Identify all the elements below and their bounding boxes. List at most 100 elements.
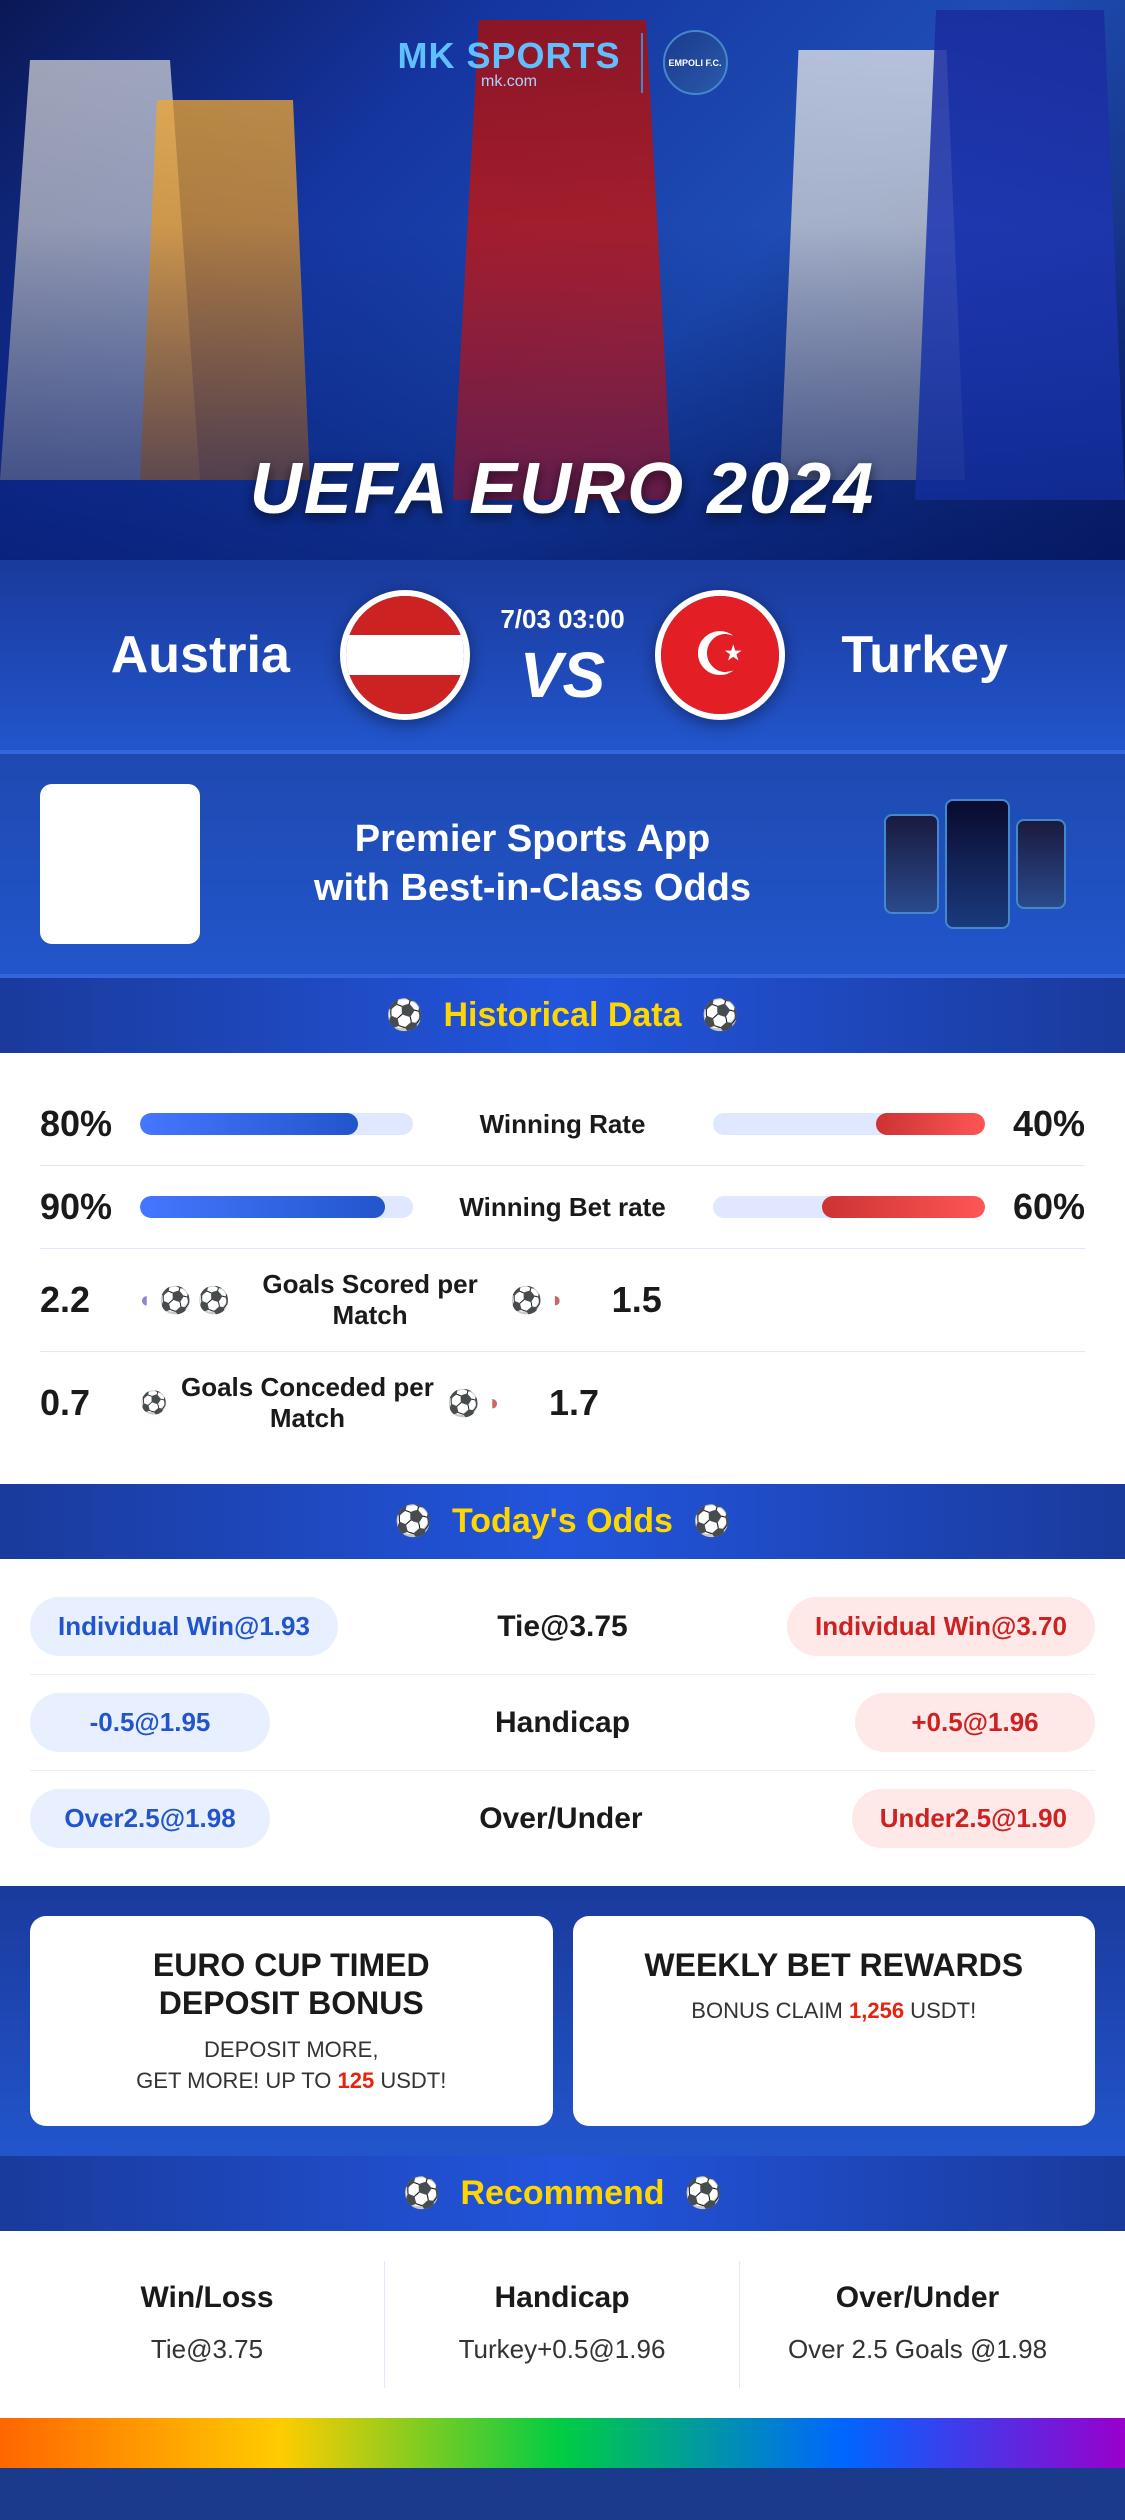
- odds-row-handicap: -0.5@1.95 Handicap +0.5@1.96: [30, 1675, 1095, 1771]
- goals-scored-icons-right: ⚽ ◑: [510, 1285, 562, 1316]
- recommend-win-loss-title: Win/Loss: [50, 2281, 364, 2315]
- turkey-flag: ☪: [655, 590, 785, 720]
- odds-center-win: Tie@3.75: [497, 1610, 627, 1644]
- bonus-card-weekly[interactable]: WEEKLY BET REWARDS BONUS CLAIM 1,256 USD…: [573, 1916, 1096, 2126]
- goals-scored-icons-left: ◐ ⚽ ⚽: [140, 1285, 230, 1316]
- recommend-handicap-title: Handicap: [405, 2281, 719, 2315]
- recommend-overunder-title: Over/Under: [760, 2281, 1075, 2315]
- austria-flag-white: [346, 635, 464, 674]
- odds-grid: Individual Win@1.93 Tie@3.75 Individual …: [0, 1559, 1125, 1886]
- stat-label-goals-conceded: Goals Conceded per Match: [167, 1372, 447, 1434]
- bonus-deposit-desc: DEPOSIT MORE,GET MORE! UP TO 125 USDT!: [54, 2035, 529, 2097]
- stat-right-winning-rate: 40%: [985, 1103, 1085, 1145]
- stat-row-winning-rate: 80% Winning Rate 40%: [40, 1083, 1085, 1166]
- stat-bar-right-winning-bet: [713, 1196, 986, 1218]
- recommend-handicap-value: Turkey+0.5@1.96: [405, 2331, 719, 2367]
- stat-left-winning-rate: 80%: [40, 1103, 140, 1145]
- austria-flag-bottom-red: [346, 675, 464, 714]
- bonus-weekly-amount: 1,256: [849, 1998, 904, 2023]
- odds-row-overunder: Over2.5@1.98 Over/Under Under2.5@1.90: [30, 1771, 1095, 1866]
- odds-center-handicap: Handicap: [290, 1706, 835, 1740]
- phone-mockup-2: [945, 799, 1010, 929]
- logo-divider: [641, 33, 643, 93]
- mk-sports-brand: MK SPORTS mk.com: [397, 35, 620, 91]
- recommend-overunder-value: Over 2.5 Goals @1.98: [760, 2331, 1075, 2367]
- soccer-ball-icon-left: ⚽: [386, 998, 423, 1033]
- recommend-ball-icon-right: ⚽: [685, 2176, 722, 2211]
- promo-section: // QR code will be rendered via CSS appr…: [0, 754, 1125, 978]
- ball-icon-right-1: ⚽: [447, 1388, 479, 1419]
- odds-right-overunder[interactable]: Under2.5@1.90: [852, 1789, 1095, 1848]
- odds-left-win[interactable]: Individual Win@1.93: [30, 1597, 338, 1656]
- stat-fill-red-winning-bet: [822, 1196, 986, 1218]
- phone-mockup-1: [884, 814, 939, 914]
- odds-row-win: Individual Win@1.93 Tie@3.75 Individual …: [30, 1579, 1095, 1675]
- stat-left-goals-scored: 2.2: [40, 1279, 140, 1321]
- stat-row-winning-bet: 90% Winning Bet rate 60%: [40, 1166, 1085, 1249]
- bonus-section: EURO CUP TIMEDDEPOSIT BONUS DEPOSIT MORE…: [0, 1886, 1125, 2156]
- half-ball-icon-right-2: ◑: [486, 1390, 499, 1416]
- goals-conceded-icons-left: ⚽: [140, 1390, 167, 1416]
- hero-title: UEFA EURO 2024: [250, 448, 876, 530]
- stat-right-winning-bet: 60%: [985, 1186, 1085, 1228]
- stat-bar-left-winning-rate: [140, 1113, 413, 1135]
- stat-bar-left-winning-bet: [140, 1196, 413, 1218]
- recommend-col-win-loss: Win/Loss Tie@3.75: [30, 2261, 385, 2387]
- ball-icon-1: ⚽: [159, 1285, 191, 1316]
- stat-left-winning-bet: 90%: [40, 1186, 140, 1228]
- stat-right-goals-conceded: 1.7: [499, 1382, 599, 1424]
- recommend-col-overunder: Over/Under Over 2.5 Goals @1.98: [740, 2261, 1095, 2387]
- bonus-deposit-title: EURO CUP TIMEDDEPOSIT BONUS: [54, 1946, 529, 2023]
- austria-flag-top-red: [346, 596, 464, 635]
- goals-conceded-icons-right: ⚽ ◑: [447, 1388, 499, 1419]
- odds-title: Today's Odds: [452, 1502, 673, 1541]
- stat-row-goals-conceded: 0.7 ⚽ Goals Conceded per Match ⚽ ◑ 1.7: [40, 1352, 1085, 1454]
- half-ball-icon: ◐: [140, 1287, 153, 1313]
- promo-title: Premier Sports Appwith Best-in-Class Odd…: [220, 815, 845, 914]
- match-date: 7/03 03:00: [500, 604, 624, 635]
- bonus-card-deposit[interactable]: EURO CUP TIMEDDEPOSIT BONUS DEPOSIT MORE…: [30, 1916, 553, 2126]
- soccer-ball-icon-right: ⚽: [702, 998, 739, 1033]
- hero-section: MK SPORTS mk.com EMPOLI F.C. UEFA EURO 2…: [0, 0, 1125, 560]
- turkey-crescent-icon: ☪: [693, 625, 747, 685]
- odds-right-win[interactable]: Individual Win@3.70: [787, 1597, 1095, 1656]
- recommend-title: Recommend: [460, 2174, 664, 2213]
- recommend-section-header: ⚽ Recommend ⚽: [0, 2156, 1125, 2231]
- vs-block: 7/03 03:00 VS: [500, 604, 624, 707]
- recommend-win-loss-value: Tie@3.75: [50, 2331, 364, 2367]
- odds-left-overunder[interactable]: Over2.5@1.98: [30, 1789, 270, 1848]
- half-ball-icon-right: ◑: [548, 1287, 561, 1313]
- stat-fill-red-winning-rate: [876, 1113, 985, 1135]
- recommend-col-handicap: Handicap Turkey+0.5@1.96: [385, 2261, 740, 2387]
- odds-left-handicap[interactable]: -0.5@1.95: [30, 1693, 270, 1752]
- bonus-deposit-amount: 125: [337, 2068, 374, 2093]
- phone-mockup-3: [1016, 819, 1066, 909]
- matchup-section: Austria 7/03 03:00 VS ☪ Turkey: [0, 560, 1125, 754]
- historical-section-header: ⚽ Historical Data ⚽: [0, 978, 1125, 1053]
- stat-fill-blue-winning-rate: [140, 1113, 358, 1135]
- austria-flag: [340, 590, 470, 720]
- stat-fill-blue-winning-bet: [140, 1196, 385, 1218]
- promo-text: Premier Sports Appwith Best-in-Class Odd…: [220, 815, 845, 914]
- team-left-name: Austria: [60, 625, 340, 685]
- vs-text: VS: [520, 643, 605, 707]
- stat-label-goals-scored: Goals Scored per Match: [230, 1269, 510, 1331]
- stat-left-goals-conceded: 0.7: [40, 1382, 140, 1424]
- bonus-weekly-desc: BONUS CLAIM 1,256 USDT!: [597, 1996, 1072, 2027]
- historical-title: Historical Data: [443, 996, 681, 1035]
- odds-ball-icon-right: ⚽: [693, 1504, 730, 1539]
- odds-right-handicap[interactable]: +0.5@1.96: [855, 1693, 1095, 1752]
- stats-section: 80% Winning Rate 40% 90% Winning Bet rat…: [0, 1053, 1125, 1484]
- recommend-ball-icon-left: ⚽: [403, 2176, 440, 2211]
- bottom-color-bar: [0, 2418, 1125, 2468]
- stat-bar-right-winning-rate: [713, 1113, 986, 1135]
- odds-section-header: ⚽ Today's Odds ⚽: [0, 1484, 1125, 1559]
- stat-row-goals-scored: 2.2 ◐ ⚽ ⚽ Goals Scored per Match ⚽ ◑ 1.5: [40, 1249, 1085, 1352]
- promo-qr-code[interactable]: // QR code will be rendered via CSS appr…: [40, 784, 200, 944]
- stat-right-goals-scored: 1.5: [562, 1279, 662, 1321]
- team-right-name: Turkey: [785, 625, 1065, 685]
- stat-label-winning-rate: Winning Rate: [423, 1109, 703, 1140]
- promo-phones: [865, 784, 1085, 944]
- empoli-badge: EMPOLI F.C.: [663, 30, 728, 95]
- brand-name: MK SPORTS: [397, 35, 620, 77]
